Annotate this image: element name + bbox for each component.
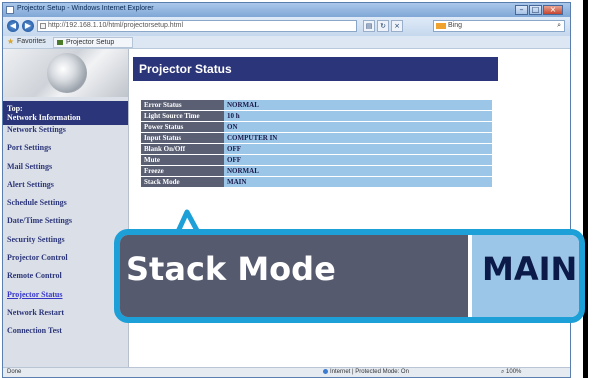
security-zone-label: Internet | Protected Mode: On (330, 369, 409, 376)
compatibility-icon[interactable]: ▤ (363, 20, 375, 32)
sidebar-item-date-time-settings[interactable]: Date/Time Settings (3, 216, 128, 234)
favorites-label[interactable]: Favorites (17, 38, 46, 45)
row-value: ON (224, 122, 492, 132)
bing-logo-icon (436, 23, 446, 29)
row-value: NORMAL (224, 100, 492, 110)
row-value: COMPUTER IN (224, 133, 492, 143)
callout-value-cell: MAIN (472, 235, 579, 317)
tab-title: Projector Setup (66, 39, 115, 46)
url-text: http://192.168.1.10/html/projectorsetup.… (48, 22, 184, 29)
table-row: Freeze NORMAL (141, 166, 492, 176)
row-label: Light Source Time (141, 111, 224, 121)
row-label: Power Status (141, 122, 224, 132)
search-icon[interactable]: ⌕ (557, 21, 561, 30)
zoom-value: 100% (506, 369, 522, 375)
zoom-callout: Stack Mode MAIN (114, 229, 585, 323)
forward-icon[interactable]: ▶ (22, 20, 34, 32)
search-field[interactable]: Bing ⌕ (433, 20, 565, 32)
status-bar: Done Internet | Protected Mode: On ⌕ 100… (3, 367, 570, 377)
sidebar-item-remote-control[interactable]: Remote Control (3, 271, 128, 289)
address-bar: ◀ ▶ http://192.168.1.10/html/projectorse… (3, 17, 570, 36)
callout-label-cell: Stack Mode (120, 235, 468, 317)
callout-value: MAIN (482, 250, 578, 288)
refresh-icon[interactable]: ↻ (377, 20, 389, 32)
stop-icon[interactable]: × (391, 20, 403, 32)
table-row: Light Source Time 10 h (141, 111, 492, 121)
projector-lens-icon (47, 53, 87, 93)
row-label: Input Status (141, 133, 224, 143)
sidebar-item-network-settings[interactable]: Network Settings (3, 125, 128, 143)
callout-label: Stack Mode (126, 250, 336, 288)
row-value: NORMAL (224, 166, 492, 176)
table-row: Stack Mode MAIN (141, 177, 492, 187)
page-tab[interactable]: Projector Setup (53, 37, 133, 48)
zoom-level[interactable]: ⌕ 100% (501, 369, 521, 376)
sidebar-menu: Network Settings Port Settings Mail Sett… (3, 125, 128, 345)
table-row: Input Status COMPUTER IN (141, 133, 492, 143)
table-row: Blank On/Off OFF (141, 144, 492, 154)
table-row: Error Status NORMAL (141, 100, 492, 110)
status-table: Error Status NORMAL Light Source Time 10 h… (141, 99, 492, 188)
row-value: 10 h (224, 111, 492, 121)
sidebar-item-projector-control[interactable]: Projector Control (3, 253, 128, 271)
sidebar-item-mail-settings[interactable]: Mail Settings (3, 162, 128, 180)
sidebar-top-link[interactable]: Top: Network Information (3, 101, 128, 125)
row-label: Mute (141, 155, 224, 165)
screenshot: Projector Setup - Windows Internet Explo… (0, 0, 603, 378)
page-title: Projector Status (133, 57, 498, 81)
sidebar-item-network-restart[interactable]: Network Restart (3, 308, 128, 326)
search-engine-label: Bing (448, 22, 463, 29)
close-icon[interactable]: × (543, 5, 563, 15)
sidebar-item-alert-settings[interactable]: Alert Settings (3, 180, 128, 198)
projector-banner-image (3, 49, 128, 97)
security-zone[interactable]: Internet | Protected Mode: On (323, 369, 409, 375)
page-icon (40, 23, 46, 29)
row-label: Error Status (141, 100, 224, 110)
sidebar-item-projector-status[interactable]: Projector Status (3, 290, 128, 308)
row-value: MAIN (224, 177, 492, 187)
sidebar-item-security-settings[interactable]: Security Settings (3, 235, 128, 253)
sidebar-top-network-information: Network Information (7, 113, 81, 122)
table-row: Power Status ON (141, 122, 492, 132)
sidebar: Top: Network Information Network Setting… (3, 49, 129, 367)
row-value: OFF (224, 144, 492, 154)
favorites-bar: ★ Favorites Projector Setup (3, 36, 570, 49)
table-row: Mute OFF (141, 155, 492, 165)
globe-icon (323, 369, 328, 374)
row-label: Freeze (141, 166, 224, 176)
sidebar-top-label: Top: (7, 104, 23, 113)
window-title: Projector Setup - Windows Internet Explo… (17, 5, 154, 12)
back-icon[interactable]: ◀ (7, 20, 19, 32)
row-label: Blank On/Off (141, 144, 224, 154)
sidebar-item-port-settings[interactable]: Port Settings (3, 143, 128, 161)
row-label: Stack Mode (141, 177, 224, 187)
sidebar-item-connection-test[interactable]: Connection Test (3, 326, 128, 344)
title-bar: Projector Setup - Windows Internet Explo… (3, 3, 570, 17)
sidebar-item-schedule-settings[interactable]: Schedule Settings (3, 198, 128, 216)
minimize-icon[interactable]: – (515, 5, 528, 15)
maximize-icon[interactable]: □ (529, 5, 542, 15)
right-border-line (583, 0, 588, 378)
row-value: OFF (224, 155, 492, 165)
favorites-star-icon[interactable]: ★ (7, 37, 14, 46)
tab-page-icon (57, 40, 63, 45)
ie-icon (6, 6, 14, 14)
status-text: Done (7, 369, 22, 375)
url-field[interactable]: http://192.168.1.10/html/projectorsetup.… (37, 20, 357, 32)
